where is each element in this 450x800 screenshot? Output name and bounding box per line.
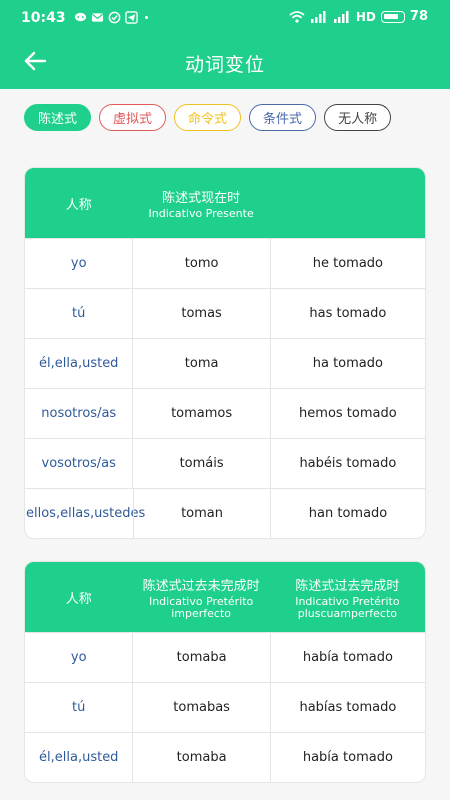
table-body: yo tomaba había tomado tú tomabas habías toma… (25, 632, 425, 782)
mood-tab-bar: 陈述式 虚拟式 命令式 条件式 无人称 (24, 104, 392, 131)
simple-form-cell: tomabas (132, 683, 269, 732)
mood-tab[interactable]: 陈述式 (24, 104, 92, 131)
header-person-label: 人称 (65, 197, 92, 213)
mood-tab[interactable]: 命令式 (174, 104, 242, 131)
table-row: yo tomo he tomado (25, 238, 425, 288)
battery-level: 78 (409, 9, 428, 24)
simple-form-cell: tomáis (132, 439, 269, 488)
person-cell: tú (72, 306, 86, 321)
telegram-icon (125, 11, 138, 24)
person-cell: yo (70, 650, 87, 665)
table-row: tú tomabas habías tomado (25, 682, 425, 732)
status-time: 10:43 (21, 10, 66, 26)
compound-form-cell: han tomado (270, 489, 425, 538)
page-title: 动词变位 (184, 54, 265, 76)
compound-form-cell: has tomado (269, 289, 425, 338)
table-header: 人称 陈述式现在时 Indicativo Presente (25, 168, 425, 238)
simple-form-cell: toma (132, 339, 269, 388)
app-bar: 动词变位 (0, 36, 450, 89)
header-person: 人称 (25, 168, 132, 238)
mood-tab[interactable]: 无人称 (324, 104, 392, 131)
header-tense-cn: 陈述式现在时 (162, 190, 241, 206)
check-circle-icon (108, 11, 121, 24)
conjugation-table-present: 人称 陈述式现在时 Indicativo Presente yo tomo he t… (24, 167, 426, 539)
header-tense-pluperfect: 陈述式过去完成时 Indicativo Pretérito pluscuampe… (270, 562, 425, 632)
signal-icon-2 (333, 10, 349, 23)
header-empty (270, 168, 425, 238)
header-imperfect-cn: 陈述式过去未完成时 (142, 578, 260, 594)
conjugation-table-past: 人称 陈述式过去未完成时 Indicativo Pretérito imperf… (24, 561, 426, 783)
simple-form-cell: tomaba (132, 733, 269, 782)
header-area: 10:43 HD 78 动词变位 (0, 0, 450, 89)
table-row: nosotros/as tomamos hemos tomado (25, 388, 425, 438)
compound-form-cell: ha tomado (269, 339, 425, 388)
person-cell: yo (70, 256, 87, 271)
person-cell: vosotros/as (41, 456, 116, 471)
compound-form-cell: habías tomado (269, 683, 425, 732)
header-tense: 陈述式现在时 Indicativo Presente (132, 168, 269, 238)
battery-icon (380, 10, 405, 23)
person-cell: nosotros/as (41, 406, 117, 421)
simple-form-cell: tomo (132, 239, 269, 288)
header-pluperfect-es-2: pluscuamperfecto (297, 606, 397, 620)
compound-form-cell: he tomado (269, 239, 425, 288)
person-cell: él,ella,usted (39, 750, 119, 765)
status-bar: 10:43 HD 78 (0, 0, 450, 36)
mail-icon (91, 13, 104, 22)
table-body: yo tomo he tomado tú tomas has tomado él,ella,… (25, 238, 425, 538)
person-cell: él,ella,usted (39, 356, 119, 371)
header-tense-es: Indicativo Presente (148, 206, 254, 220)
table-row: él,ella,usted toma ha tomado (25, 338, 425, 388)
table-row: tú tomas has tomado (25, 288, 425, 338)
header-person-label: 人称 (65, 591, 92, 607)
compound-form-cell: había tomado (269, 733, 425, 782)
person-cell: ellos,ellas,ustedes (26, 505, 146, 521)
mood-tab[interactable]: 虚拟式 (99, 104, 167, 131)
simple-form-cell: toman (133, 489, 270, 538)
table-header: 人称 陈述式过去未完成时 Indicativo Pretérito imperf… (25, 562, 425, 632)
status-right: HD 78 (289, 9, 428, 24)
header-pluperfect-cn: 陈述式过去完成时 (295, 578, 400, 594)
compound-form-cell: hemos tomado (269, 389, 425, 438)
table-row: ellos,ellas,ustedes toman han tomado (25, 488, 425, 538)
header-pluperfect-es-1: Indicativo Pretérito (295, 594, 400, 608)
notification-icons (74, 11, 148, 24)
signal-icon-1 (310, 10, 326, 23)
simple-form-cell: tomamos (132, 389, 269, 438)
more-notifications-dot (145, 16, 148, 19)
simple-form-cell: tomas (132, 289, 269, 338)
chat-bubble-icon (74, 12, 87, 22)
table-row: yo tomaba había tomado (25, 632, 425, 682)
compound-form-cell: había tomado (269, 633, 425, 682)
wifi-icon (289, 10, 305, 23)
simple-form-cell: tomaba (132, 633, 269, 682)
header-person: 人称 (25, 562, 132, 632)
header-tense-imperfect: 陈述式过去未完成时 Indicativo Pretérito imperfect… (132, 562, 269, 632)
network-label: HD (355, 9, 376, 24)
compound-form-cell: habéis tomado (269, 439, 425, 488)
person-cell: tú (72, 700, 86, 715)
header-imperfect-es-1: Indicativo Pretérito (148, 594, 254, 608)
table-row: vosotros/as tomáis habéis tomado (25, 438, 425, 488)
header-imperfect-es-2: imperfecto (171, 606, 232, 620)
table-row: él,ella,usted tomaba había tomado (25, 732, 425, 782)
mood-tab[interactable]: 条件式 (249, 104, 317, 131)
